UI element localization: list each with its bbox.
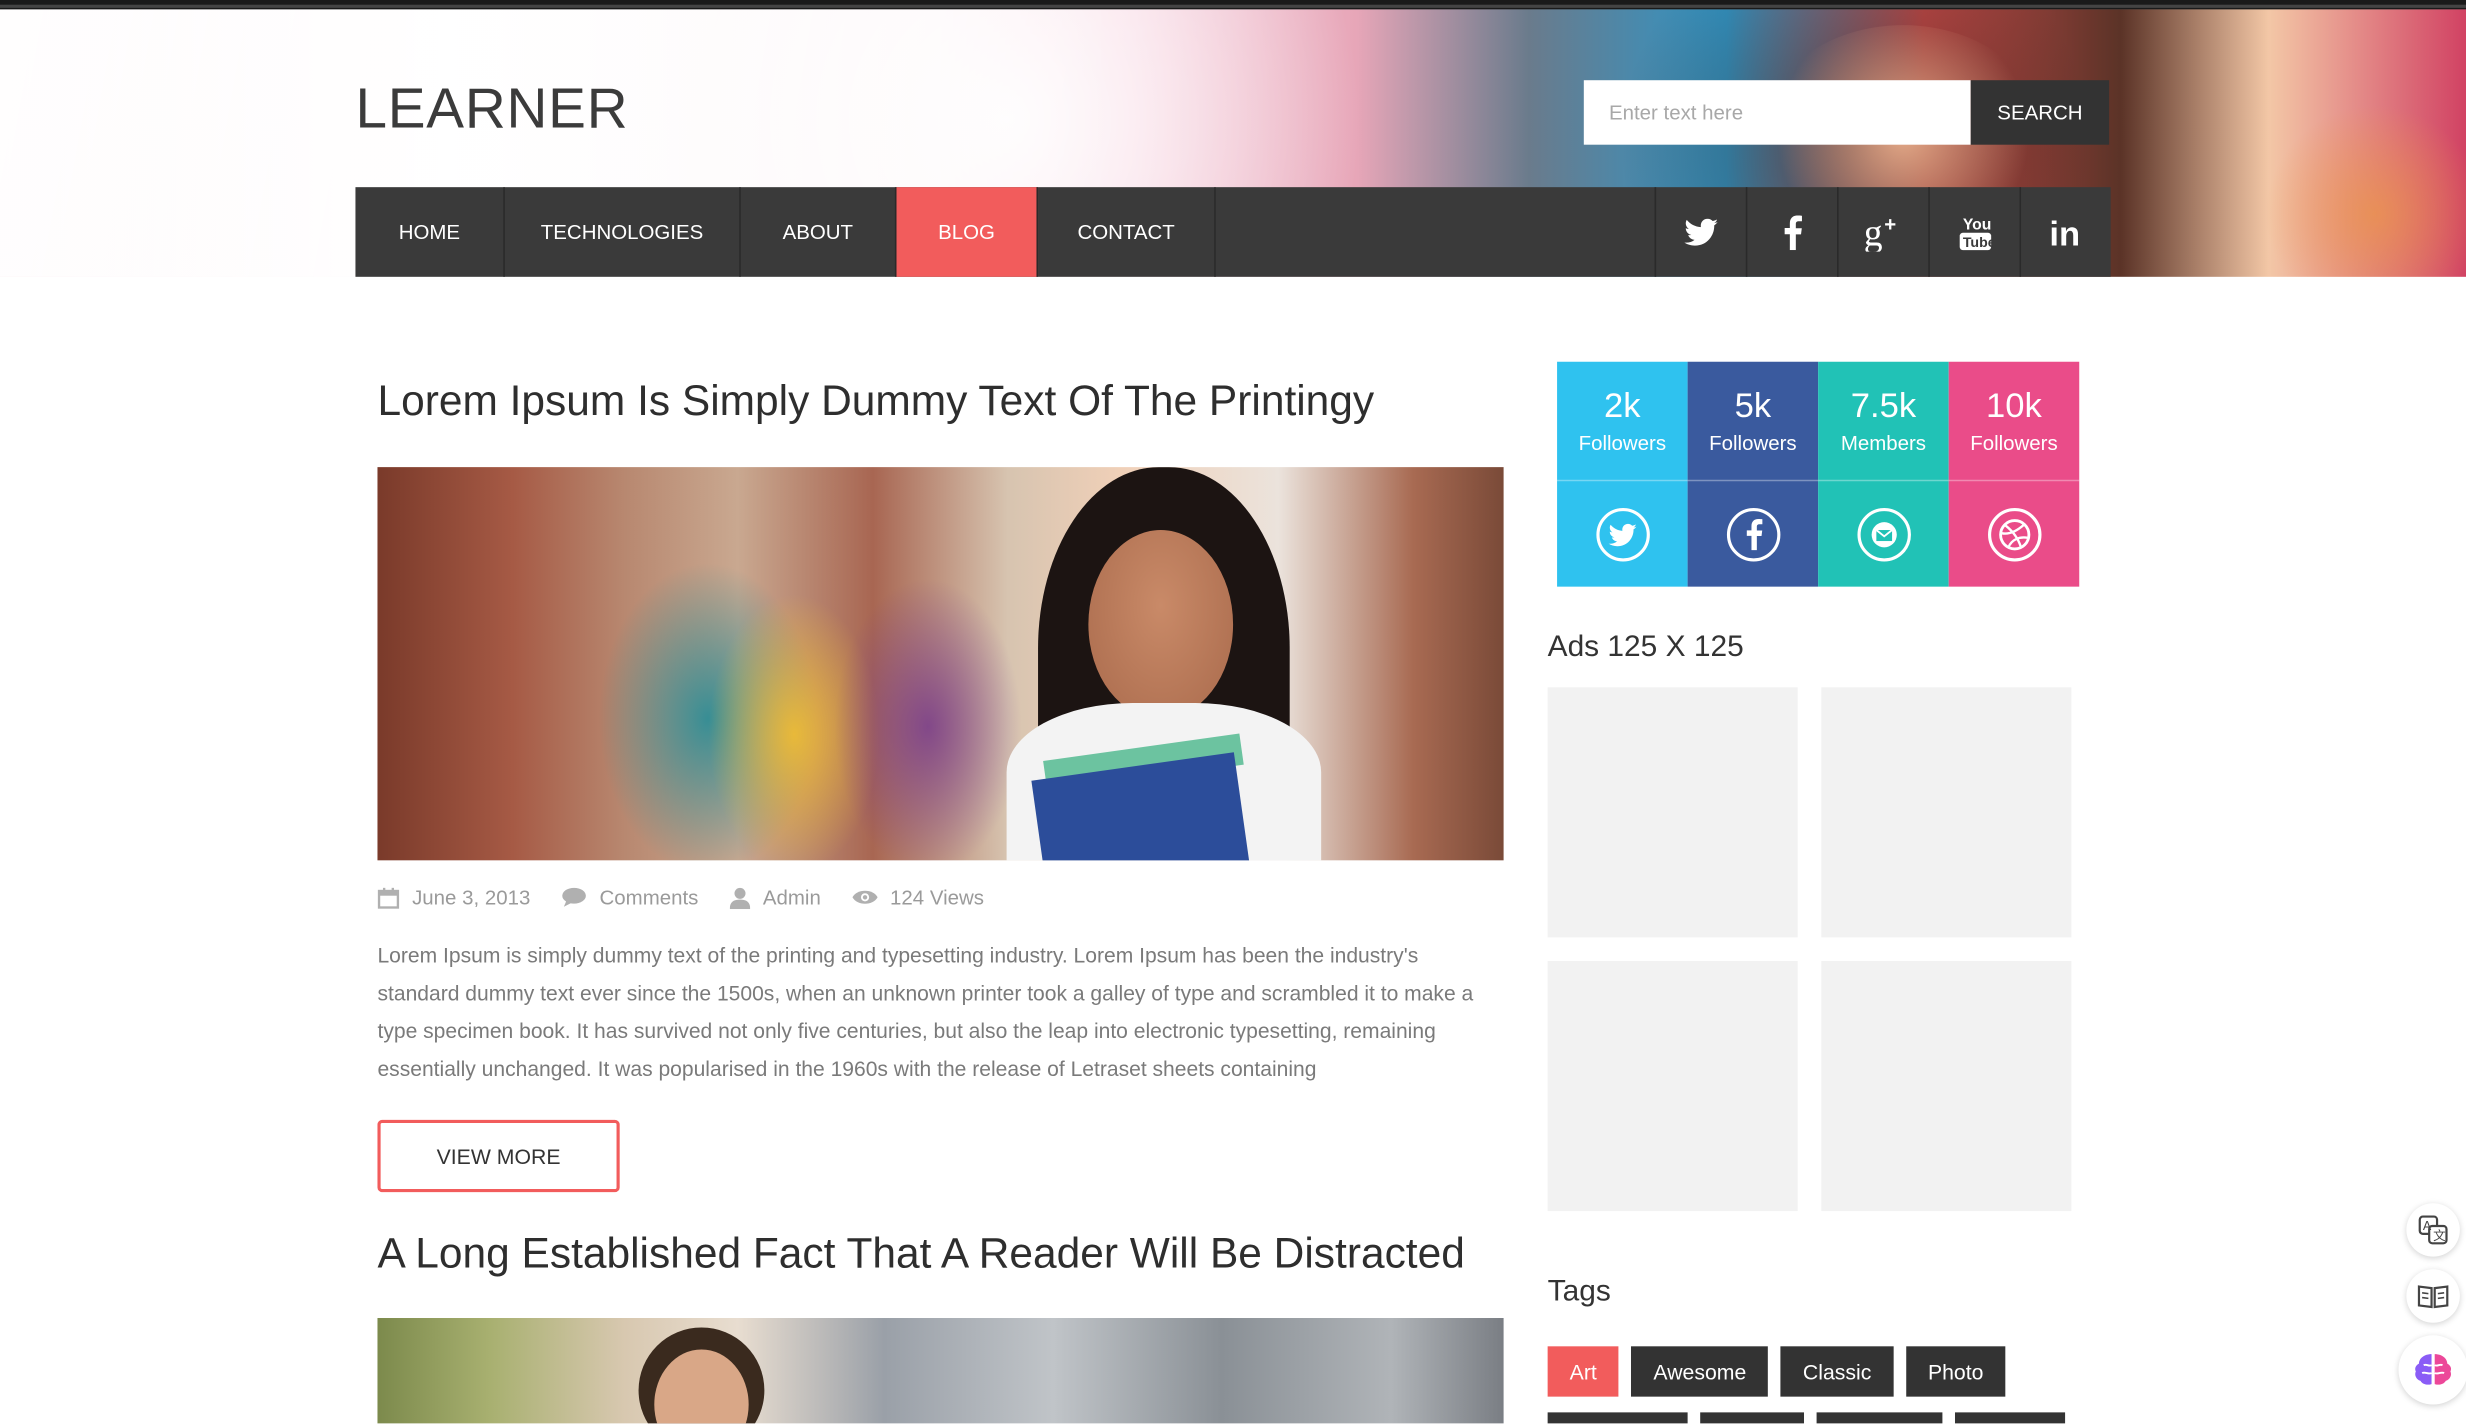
- post-author-text: Admin: [762, 885, 821, 910]
- ai-assistant-icon[interactable]: [2398, 1335, 2466, 1405]
- reader-mode-icon[interactable]: [2406, 1269, 2460, 1323]
- tag-awesome[interactable]: Awesome: [1631, 1346, 1769, 1397]
- calendar-icon: [377, 887, 400, 908]
- ad-slot[interactable]: [1821, 687, 2072, 938]
- youtube-icon[interactable]: You Tube: [1928, 187, 2019, 277]
- ad-slot[interactable]: [1547, 687, 1798, 938]
- nav-item-technologies[interactable]: TECHNOLOGIES: [505, 187, 741, 277]
- top-border: [0, 0, 2466, 10]
- tag-photo[interactable]: Photo: [1905, 1346, 2006, 1397]
- svg-text:文: 文: [2433, 1229, 2446, 1243]
- search-button[interactable]: SEARCH: [1970, 80, 2110, 145]
- svg-text:in: in: [2049, 215, 2080, 250]
- post-meta: June 3, 2013 Comments Admin 124 Views: [377, 885, 1015, 909]
- tag-classic[interactable]: Classic: [1780, 1346, 1894, 1397]
- ads-heading: Ads 125 X 125: [1547, 630, 1744, 664]
- stat-label: Members: [1840, 430, 1927, 454]
- post-author[interactable]: Admin: [729, 885, 821, 910]
- search-input[interactable]: [1583, 80, 1971, 145]
- tag-partial[interactable]: [1816, 1412, 1943, 1424]
- mail-icon: [1856, 507, 1911, 561]
- post-date: June 3, 2013: [377, 885, 530, 909]
- post-views-text: 124 Views: [890, 885, 985, 910]
- svg-text:Tube: Tube: [1962, 233, 1992, 249]
- stat-twitter[interactable]: 2k Followers: [1557, 361, 1688, 587]
- post-views: 124 Views: [852, 885, 984, 909]
- ad-slot[interactable]: [1547, 960, 1798, 1212]
- nav-item-about[interactable]: ABOUT: [741, 187, 897, 277]
- stat-label: Followers: [1709, 430, 1797, 454]
- svg-text:+: +: [1883, 213, 1895, 235]
- comment-icon: [562, 887, 587, 907]
- twitter-icon: [1595, 507, 1650, 561]
- stat-value: 2k: [1604, 384, 1641, 424]
- post-title[interactable]: Lorem Ipsum Is Simply Dummy Text Of The …: [377, 377, 1374, 426]
- nav-item-contact[interactable]: CONTACT: [1038, 187, 1216, 277]
- google-plus-icon[interactable]: g +: [1837, 187, 1928, 277]
- stat-dribbble[interactable]: 10k Followers: [1948, 361, 2080, 587]
- facebook-icon[interactable]: [1745, 187, 1837, 277]
- user-icon: [729, 887, 751, 909]
- svg-text:You: You: [1962, 216, 1991, 233]
- view-more-button[interactable]: VIEW MORE: [377, 1119, 620, 1193]
- post-date-text: June 3, 2013: [412, 885, 531, 910]
- tag-partial[interactable]: [1954, 1412, 2066, 1424]
- linkedin-icon[interactable]: in: [2019, 187, 2110, 277]
- stat-facebook[interactable]: 5k Followers: [1687, 361, 1819, 587]
- main-nav: HOME TECHNOLOGIES ABOUT BLOG CONTACT g + …: [355, 187, 2111, 277]
- post-image[interactable]: [377, 1318, 1504, 1424]
- tag-art[interactable]: Art: [1547, 1346, 1619, 1397]
- tag-partial[interactable]: [1547, 1412, 1688, 1424]
- tags-heading: Tags: [1547, 1275, 1611, 1309]
- post-title[interactable]: A Long Established Fact That A Reader Wi…: [377, 1230, 1464, 1279]
- svg-text:A: A: [2423, 1219, 2432, 1233]
- stat-value: 7.5k: [1850, 384, 1917, 424]
- nav-item-home[interactable]: HOME: [355, 187, 505, 277]
- post-comments[interactable]: Comments: [562, 885, 699, 910]
- site-logo[interactable]: LEARNER: [355, 75, 628, 141]
- eye-icon: [852, 890, 878, 904]
- tag-partial[interactable]: [1700, 1412, 1805, 1424]
- post-comments-text: Comments: [599, 885, 699, 910]
- stat-value: 5k: [1734, 384, 1772, 424]
- post-image[interactable]: [377, 467, 1504, 861]
- translate-icon[interactable]: A文: [2406, 1203, 2460, 1257]
- dribbble-icon: [1987, 507, 2041, 561]
- tag-list-next-row: [1547, 1412, 2078, 1424]
- ad-slot[interactable]: [1821, 960, 2072, 1212]
- social-stats: 2k Followers 5k Followers 7.5k Members 1…: [1557, 361, 2080, 587]
- facebook-icon: [1726, 507, 1780, 561]
- stat-label: Followers: [1578, 430, 1667, 454]
- tag-list: Art Awesome Classic Photo: [1547, 1346, 2018, 1397]
- stat-mail[interactable]: 7.5k Members: [1818, 361, 1949, 587]
- stat-value: 10k: [1986, 384, 2042, 424]
- nav-item-blog[interactable]: BLOG: [896, 187, 1039, 277]
- svg-text:g: g: [1863, 213, 1882, 251]
- twitter-icon[interactable]: [1654, 187, 1746, 277]
- stat-label: Followers: [1970, 430, 2058, 454]
- page: LEARNER SEARCH HOME TECHNOLOGIES ABOUT B…: [0, 0, 2466, 1424]
- post-excerpt: Lorem Ipsum is simply dummy text of the …: [377, 943, 1474, 1081]
- search-form: SEARCH: [1583, 80, 2110, 145]
